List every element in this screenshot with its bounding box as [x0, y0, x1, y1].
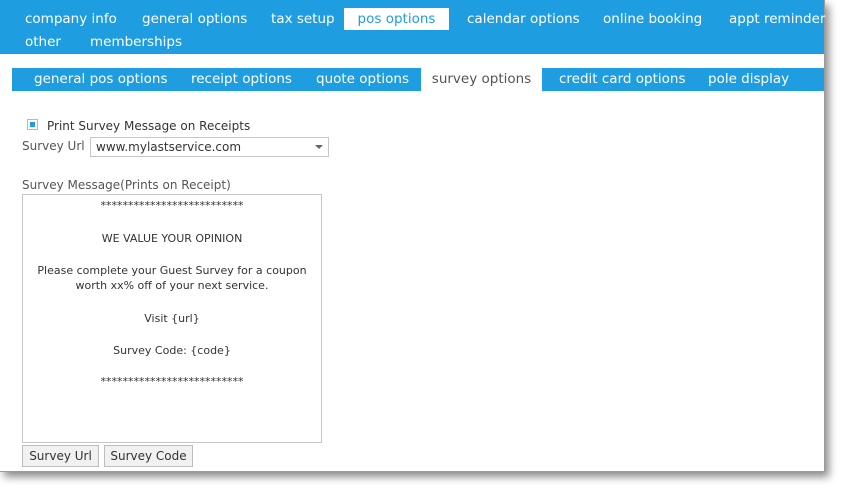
subtab-pole-display[interactable]: pole display — [708, 68, 789, 91]
main-tab-bar: company info general options tax setup p… — [0, 0, 825, 54]
message-line: Survey Code: {code} — [113, 344, 231, 357]
subtab-credit-card-options[interactable]: credit card options — [559, 68, 685, 91]
tab-memberships[interactable]: memberships — [90, 31, 182, 53]
subtab-receipt-options[interactable]: receipt options — [191, 68, 292, 91]
message-line: Please complete your Guest Survey for a … — [37, 264, 307, 277]
insert-survey-code-button[interactable]: Survey Code — [104, 445, 193, 467]
message-line: ************************** — [100, 199, 244, 212]
message-line: worth xx% off of your next service. — [75, 279, 269, 292]
checkbox-checked-mark — [30, 122, 35, 127]
survey-url-select[interactable]: www.mylastservice.com — [90, 137, 329, 157]
chevron-down-icon — [315, 145, 323, 149]
tab-appt-reminder[interactable]: appt reminder — [729, 8, 825, 30]
subtab-survey-options[interactable]: survey options — [421, 68, 542, 91]
survey-url-label: Survey Url — [22, 139, 85, 153]
message-line: WE VALUE YOUR OPINION — [101, 232, 243, 245]
message-line: ************************** — [100, 375, 244, 388]
tab-online-booking[interactable]: online booking — [603, 8, 702, 30]
tab-company-info[interactable]: company info — [25, 8, 117, 30]
survey-message-label: Survey Message(Prints on Receipt) — [22, 178, 231, 192]
print-survey-label: Print Survey Message on Receipts — [47, 119, 251, 133]
survey-url-value: www.mylastservice.com — [96, 140, 242, 154]
pos-options-subtab-bar: general pos options receipt options quot… — [12, 68, 824, 91]
tab-general-options[interactable]: general options — [142, 8, 247, 30]
tab-pos-options[interactable]: pos options — [344, 8, 449, 30]
tab-other[interactable]: other — [25, 31, 61, 53]
subtab-quote-options[interactable]: quote options — [316, 68, 409, 91]
survey-message-textarea[interactable]: ************************** WE VALUE YOUR… — [22, 194, 322, 443]
tab-calendar-options[interactable]: calendar options — [467, 8, 580, 30]
settings-window: company info general options tax setup p… — [0, 0, 825, 472]
message-line: Visit {url} — [144, 312, 200, 325]
subtab-general-pos-options[interactable]: general pos options — [34, 68, 167, 91]
insert-survey-url-button[interactable]: Survey Url — [22, 445, 99, 467]
print-survey-checkbox[interactable] — [27, 119, 38, 130]
tab-tax-setup[interactable]: tax setup — [271, 8, 335, 30]
